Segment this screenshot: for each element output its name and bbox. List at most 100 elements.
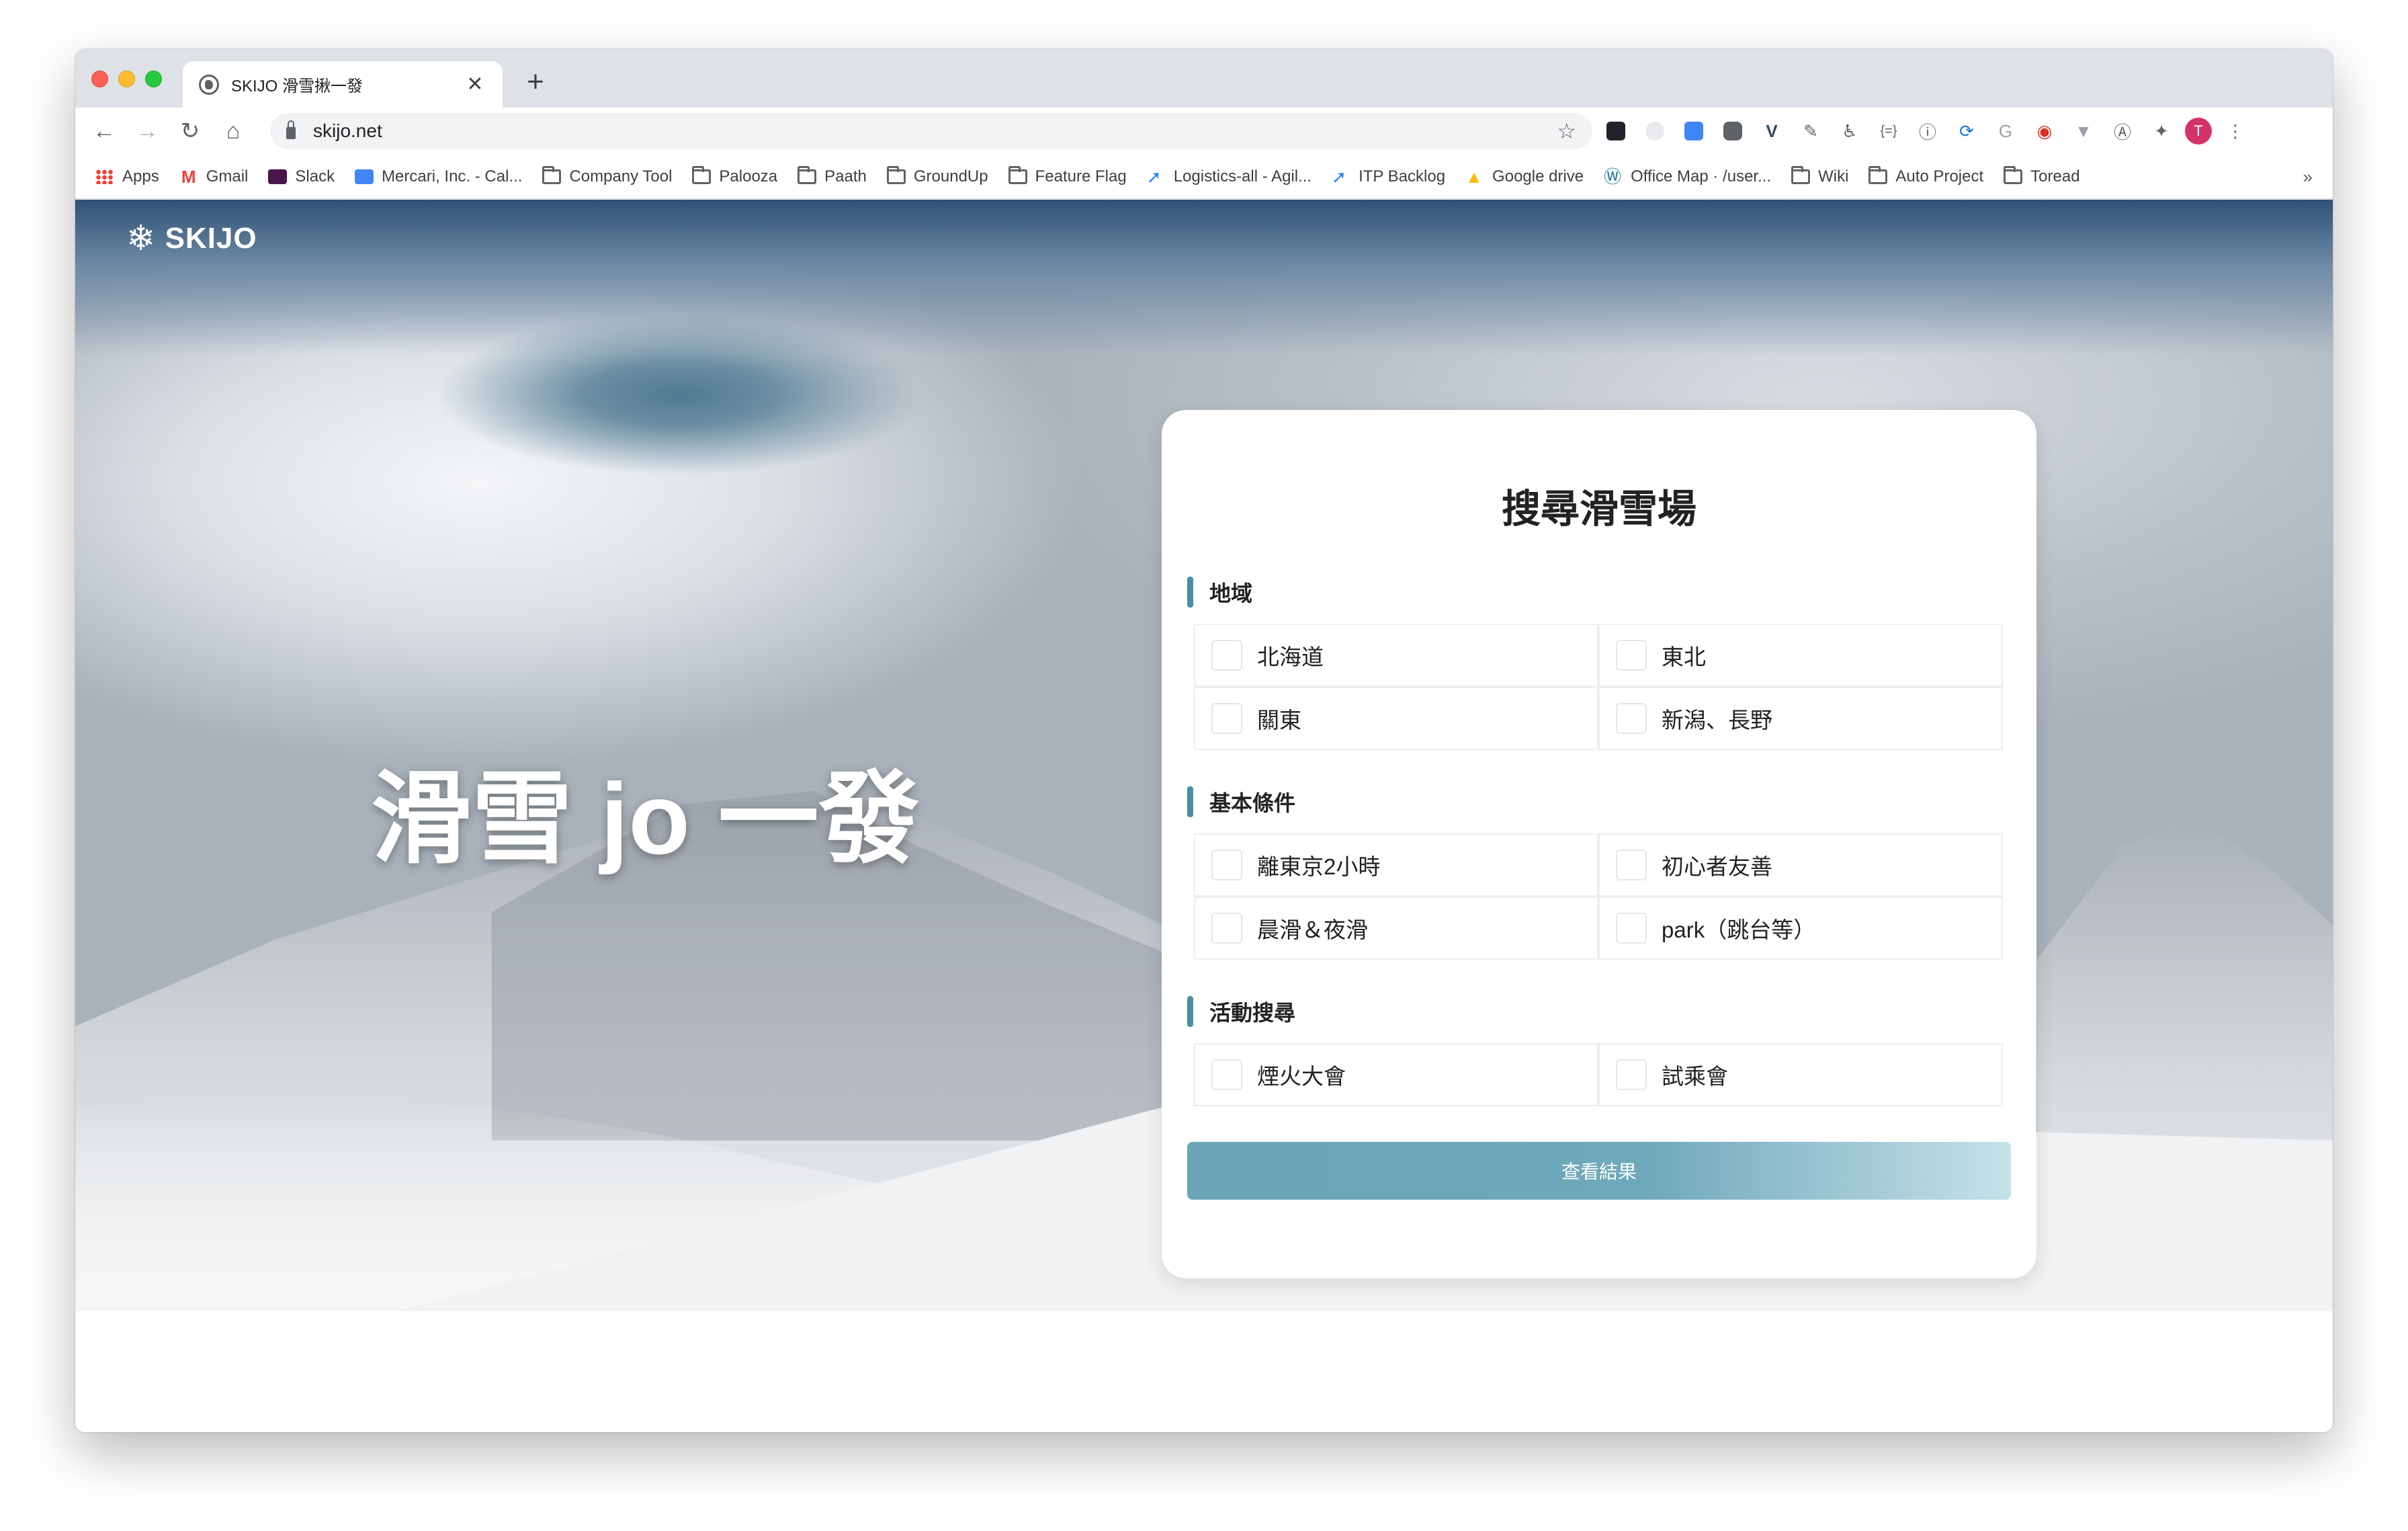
gmail-icon: M (181, 166, 196, 187)
option-fireworks[interactable]: 煙火大會 (1194, 1043, 1598, 1106)
checkbox[interactable] (1211, 640, 1242, 671)
color-picker-icon[interactable]: ✎ (1795, 116, 1826, 147)
accessibility-icon[interactable]: ♿ (1834, 116, 1865, 147)
refresh-icon[interactable]: ⟳ (1951, 116, 1982, 147)
folder-icon (798, 165, 817, 184)
close-tab-icon[interactable]: ✕ (464, 73, 486, 96)
maximize-window-button[interactable] (145, 71, 162, 87)
section-label-events: 活動搜尋 (1187, 996, 1295, 1027)
bookmark-logistics[interactable]: ➚ Logistics-all - Agil... (1147, 167, 1312, 186)
scroll-icon[interactable]: ◉ (2029, 116, 2060, 147)
lock-icon (286, 120, 296, 139)
bookmark-label: Google drive (1492, 167, 1584, 185)
bookmark-label: Feature Flag (1035, 167, 1127, 185)
address-bar[interactable]: skijo.net ☆ (270, 113, 1592, 149)
option-niigata-nagano[interactable]: 新潟、長野 (1598, 687, 2003, 750)
checkbox[interactable] (1211, 1059, 1242, 1090)
bookmark-gmail[interactable]: M Gmail (179, 167, 249, 186)
checkbox[interactable] (1211, 703, 1242, 734)
tab-title: SKIJO 滑雪揪一發 (231, 77, 363, 95)
tab-skijo[interactable]: SKIJO 滑雪揪一發 ✕ (183, 61, 503, 108)
option-hokkaido[interactable]: 北海道 (1194, 624, 1598, 687)
timer-icon[interactable] (1639, 116, 1670, 147)
option-near-tokyo[interactable]: 離東京2小時 (1194, 833, 1598, 897)
jira-icon: ➚ (1332, 166, 1346, 187)
vuetify-icon[interactable]: ▼ (2068, 116, 2099, 147)
bookmark-toread[interactable]: Toread (2004, 165, 2080, 186)
option-beginner-friendly[interactable]: 初心者友善 (1598, 833, 2003, 897)
json-icon[interactable]: {=} (1873, 116, 1904, 147)
bookmark-label: Wiki (1818, 167, 1849, 185)
bookmark-office-map[interactable]: Ⓦ Office Map · /user... (1604, 167, 1771, 186)
option-label: 離東京2小時 (1257, 854, 1381, 879)
checkbox[interactable] (1211, 850, 1242, 880)
bookmark-label: Palooza (719, 167, 778, 185)
checkbox[interactable] (1616, 850, 1647, 880)
vue-devtools-icon[interactable]: V (1756, 116, 1787, 147)
checkbox[interactable] (1616, 640, 1647, 671)
search-card-title: 搜尋滑雪場 (1501, 487, 1696, 531)
minimize-window-button[interactable] (118, 71, 135, 87)
checkbox[interactable] (1211, 913, 1242, 944)
slack-icon (268, 169, 288, 184)
checkbox[interactable] (1616, 1059, 1647, 1090)
bookmark-paath[interactable]: Paath (798, 165, 867, 186)
site-logo[interactable]: ❄ SKIJO (126, 221, 257, 256)
option-tohoku[interactable]: 東北 (1598, 624, 2003, 687)
option-morning-night[interactable]: 晨滑＆夜滑 (1194, 897, 1598, 960)
option-label: 晨滑＆夜滑 (1257, 917, 1368, 942)
basic-options: 離東京2小時 初心者友善 晨滑＆夜滑 park（跳台等） (1194, 833, 2003, 960)
bookmark-slack[interactable]: Slack (268, 167, 335, 186)
forward-button[interactable]: → (132, 116, 163, 147)
wordpress-icon: Ⓦ (1604, 166, 1622, 187)
bookmark-auto-project[interactable]: Auto Project (1868, 165, 1984, 186)
snowflake-icon: ❄ (126, 219, 156, 258)
option-label: 新潟、長野 (1662, 708, 1772, 733)
bookmark-label: Slack (295, 167, 335, 185)
chat-icon[interactable] (1717, 116, 1748, 147)
translate-icon[interactable] (1678, 116, 1709, 147)
bookmark-star-icon[interactable]: ☆ (1557, 118, 1576, 144)
new-tab-button[interactable]: + (519, 65, 552, 99)
bookmark-label: Toread (2030, 167, 2080, 185)
option-label: 試乘會 (1662, 1064, 1728, 1089)
tab-strip: SKIJO 滑雪揪一發 ✕ + (75, 49, 2333, 108)
bookmark-label: Auto Project (1895, 167, 1984, 185)
close-window-button[interactable] (91, 71, 108, 87)
profile-avatar[interactable]: T (2185, 118, 2212, 144)
view-results-button[interactable]: 查看結果 (1187, 1142, 2011, 1200)
option-label: 關東 (1257, 708, 1301, 733)
checkbox[interactable] (1616, 703, 1647, 734)
bookmark-palooza[interactable]: Palooza (692, 165, 778, 186)
a11y-icon[interactable]: Ⓐ (2107, 116, 2138, 147)
bookmark-feature-flag[interactable]: Feature Flag (1008, 165, 1127, 186)
bookmark-groundup[interactable]: GroundUp (886, 165, 988, 186)
react-devtools-icon[interactable] (1600, 116, 1631, 147)
puzzle-icon[interactable]: ✦ (2146, 116, 2177, 147)
browser-window: SKIJO 滑雪揪一發 ✕ + ← → ↻ ⌂ skijo.net ☆ V ✎ … (75, 49, 2333, 1432)
bookmark-mercari-calendar[interactable]: Mercari, Inc. - Cal... (355, 167, 522, 186)
home-button[interactable]: ⌂ (218, 116, 249, 147)
bookmarks-overflow-button[interactable]: » (2303, 167, 2313, 188)
bookmark-google-drive[interactable]: ▲ Google drive (1465, 167, 1584, 186)
google-icon[interactable]: G (1990, 116, 2021, 147)
bookmark-label: Logistics-all - Agil... (1173, 167, 1312, 185)
option-test-ride[interactable]: 試乘會 (1598, 1043, 2003, 1106)
page-viewport: ❄ SKIJO 滑雪 jo 一發 搜尋滑雪場 地域 北海道 東北 關東 新潟、長… (75, 200, 2333, 1432)
menu-icon[interactable]: ⋮ (2220, 116, 2251, 147)
bookmark-itp-backlog[interactable]: ➚ ITP Backlog (1332, 167, 1445, 186)
bookmark-company-tool[interactable]: Company Tool (542, 165, 672, 186)
option-park[interactable]: park（跳台等） (1598, 897, 2003, 960)
url-text[interactable]: skijo.net (313, 120, 1557, 142)
bookmark-apps[interactable]: Apps (95, 167, 159, 186)
checkbox[interactable] (1616, 913, 1647, 944)
back-button[interactable]: ← (89, 116, 120, 147)
bookmark-wiki[interactable]: Wiki (1791, 165, 1849, 186)
option-label: 煙火大會 (1257, 1064, 1346, 1089)
option-label: 東北 (1662, 645, 1706, 669)
option-kanto[interactable]: 關東 (1194, 687, 1598, 750)
reload-button[interactable]: ↻ (175, 116, 206, 147)
globe-icon (199, 74, 219, 95)
onepassword-icon[interactable]: ⓘ (1912, 116, 1943, 147)
bookmark-label: GroundUp (913, 167, 988, 185)
